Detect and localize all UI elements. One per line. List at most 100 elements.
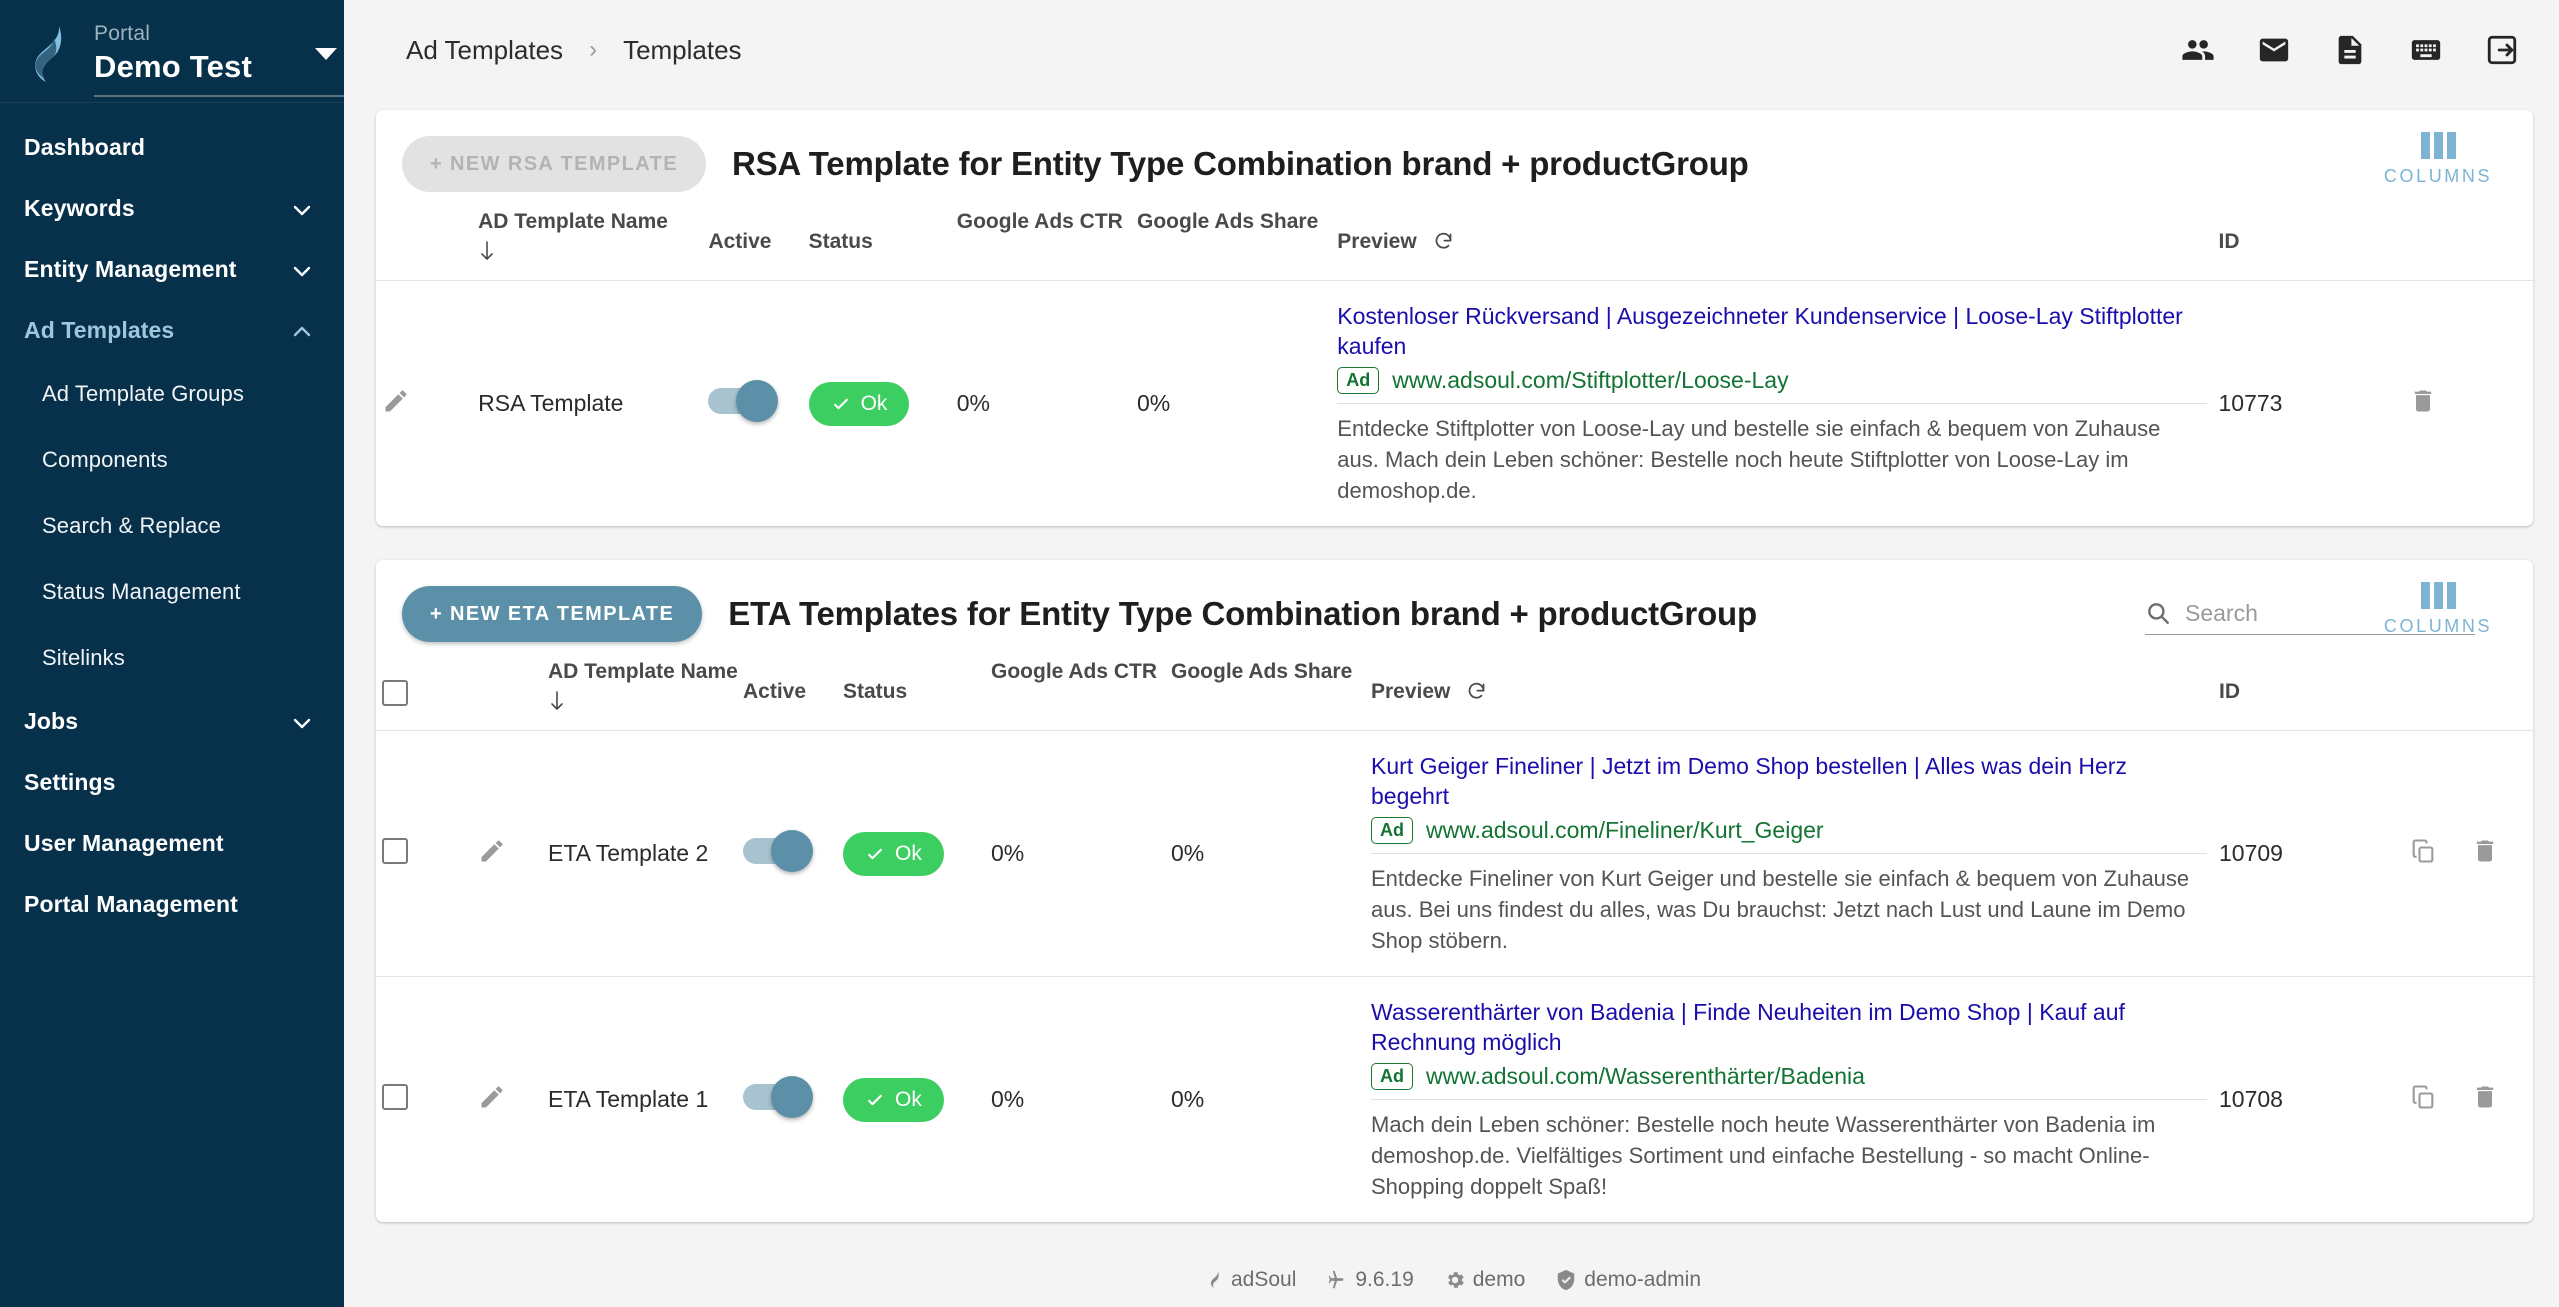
status-badge[interactable]: Ok — [843, 1077, 944, 1122]
preview-url-row: Ad www.adsoul.com/Fineliner/Kurt_Geiger — [1371, 817, 2207, 854]
table-row[interactable]: ETA Template 2 Ok 0% 0% Kurt Geiger Fineline… — [376, 730, 2533, 977]
new-eta-template-button[interactable]: + NEW ETA TEMPLATE — [402, 586, 703, 642]
sidebar-item-portal-management[interactable]: Portal Management — [0, 874, 344, 935]
sidebar-item-sitelinks[interactable]: Sitelinks — [0, 625, 344, 691]
refresh-icon[interactable] — [1433, 231, 1454, 258]
rsa-th-id[interactable]: ID — [2213, 206, 2403, 281]
rsa-columns-button[interactable]: COLUMNS — [2383, 132, 2493, 187]
table-row[interactable]: RSA Template Ok 0% 0% Kostenloser Rückversan… — [376, 280, 2533, 526]
active-toggle[interactable] — [708, 379, 779, 422]
eta-card-header: + NEW ETA TEMPLATE ETA Templates for Ent… — [376, 560, 2533, 656]
sidebar-item-components[interactable]: Components — [0, 427, 344, 493]
adsoul-logo-icon — [26, 24, 80, 88]
sidebar-item-jobs[interactable]: Jobs — [0, 691, 344, 752]
delete-icon[interactable] — [2471, 1083, 2499, 1117]
delete-icon[interactable] — [2409, 387, 2437, 421]
eta-columns-button[interactable]: COLUMNS — [2383, 582, 2493, 637]
rsa-name-cell: RSA Template — [472, 280, 703, 526]
eta-th-ctr[interactable]: Google Ads CTR — [985, 656, 1165, 731]
chevron-down-icon[interactable] — [315, 48, 337, 60]
portal-underline — [94, 95, 345, 97]
toggle-knob — [771, 829, 813, 872]
sidebar-item-user-management[interactable]: User Management — [0, 813, 344, 874]
document-icon[interactable] — [2333, 33, 2367, 67]
sidebar-item-ad-template-groups[interactable]: Ad Template Groups — [0, 361, 344, 427]
rsa-th-ctr[interactable]: Google Ads CTR — [951, 206, 1131, 281]
preview-url[interactable]: www.adsoul.com/Wasserenthärter/Badenia — [1426, 1063, 1865, 1090]
breadcrumb-item-ad-templates[interactable]: Ad Templates — [406, 35, 563, 66]
logout-icon[interactable] — [2485, 33, 2519, 67]
row-checkbox[interactable] — [382, 837, 408, 864]
table-row[interactable]: ETA Template 1 Ok 0% 0% Wasserenthärter von … — [376, 976, 2533, 1222]
active-toggle[interactable] — [743, 829, 813, 872]
portal-label: Portal — [94, 22, 151, 45]
sidebar-item-ad-templates[interactable]: Ad Templates — [0, 300, 344, 361]
eta-th-actions — [2403, 656, 2533, 731]
edit-icon[interactable] — [382, 389, 410, 420]
rsa-th-preview[interactable]: Preview — [1331, 206, 2212, 281]
row-checkbox[interactable] — [382, 1083, 408, 1110]
eta-header-row: AD Template Name Active Status Google Ad… — [376, 656, 2533, 731]
rsa-th-status[interactable]: Status — [803, 206, 951, 281]
eta-th-preview[interactable]: Preview — [1365, 656, 2213, 731]
edit-icon[interactable] — [478, 1085, 506, 1116]
active-toggle[interactable] — [743, 1075, 813, 1118]
eta-status-cell: Ok — [837, 976, 985, 1222]
rsa-id-cell: 10773 — [2212, 280, 2403, 526]
keyboard-icon[interactable] — [2409, 33, 2443, 67]
preview-headline[interactable]: Wasserenthärter von Badenia | Finde Neuh… — [1371, 997, 2207, 1057]
chevron-down-icon[interactable] — [292, 713, 312, 733]
sidebar-item-label: Portal Management — [24, 891, 238, 917]
sidebar-item-entity-management[interactable]: Entity Management — [0, 239, 344, 300]
select-all-checkbox[interactable] — [382, 680, 408, 706]
edit-icon[interactable] — [478, 839, 506, 870]
eta-th-id[interactable]: ID — [2213, 656, 2403, 731]
refresh-icon[interactable] — [1466, 681, 1487, 708]
rsa-share-cell: 0% — [1131, 280, 1332, 526]
mail-icon[interactable] — [2257, 33, 2291, 67]
new-rsa-template-button[interactable]: + NEW RSA TEMPLATE — [402, 136, 706, 192]
preview-headline[interactable]: Kostenloser Rückversand | Ausgezeichnete… — [1337, 301, 2206, 361]
delete-icon[interactable] — [2471, 837, 2499, 871]
preview-url[interactable]: www.adsoul.com/Fineliner/Kurt_Geiger — [1426, 817, 1824, 844]
eta-actions-cell — [2403, 976, 2533, 1222]
eta-ctr-cell: 0% — [985, 976, 1165, 1222]
rsa-th-name[interactable]: AD Template Name — [472, 206, 702, 281]
eta-th-share[interactable]: Google Ads Share — [1165, 656, 1365, 731]
eta-th-status[interactable]: Status — [837, 656, 985, 731]
eta-th-active[interactable]: Active — [737, 656, 837, 731]
sidebar-item-keywords[interactable]: Keywords — [0, 178, 344, 239]
toggle-knob — [736, 379, 779, 422]
sidebar: Portal Demo Test Dashboard Keywords Entity… — [0, 0, 345, 1307]
sort-descending-icon — [481, 241, 493, 260]
sidebar-item-settings[interactable]: Settings — [0, 752, 344, 813]
eta-id-cell: 10708 — [2213, 976, 2403, 1222]
eta-th-edit — [472, 656, 542, 731]
status-badge[interactable]: Ok — [808, 381, 910, 426]
footer: adSoul 9.6.19 demo demo-admin — [344, 1253, 2559, 1307]
preview-headline[interactable]: Kurt Geiger Fineliner | Jetzt im Demo Sh… — [1371, 751, 2207, 811]
rsa-th-share[interactable]: Google Ads Share — [1131, 206, 1331, 281]
copy-icon[interactable] — [2409, 1083, 2437, 1117]
eta-th-name[interactable]: AD Template Name — [542, 656, 738, 731]
sidebar-item-dashboard[interactable]: Dashboard — [0, 117, 344, 178]
preview-url[interactable]: www.adsoul.com/Stiftplotter/Loose-Lay — [1392, 367, 1788, 394]
sidebar-item-search-replace[interactable]: Search & Replace — [0, 493, 344, 559]
eta-select-all-cell — [376, 656, 472, 731]
eta-table: AD Template Name Active Status Google Ad… — [376, 656, 2533, 1222]
rsa-th-active[interactable]: Active — [702, 206, 802, 281]
chevron-up-icon[interactable] — [292, 322, 312, 342]
check-icon — [868, 848, 882, 859]
ad-preview: Kurt Geiger Fineliner | Jetzt im Demo Sh… — [1371, 751, 2207, 956]
chevron-down-icon[interactable] — [292, 200, 312, 220]
people-icon[interactable] — [2181, 33, 2215, 67]
topbar-icon-group — [2181, 33, 2535, 67]
columns-icon — [2420, 582, 2456, 609]
eta-edit-cell — [472, 976, 542, 1222]
breadcrumb-item-templates[interactable]: Templates — [623, 35, 742, 66]
portal-selector[interactable]: Portal Demo Test — [0, 0, 345, 97]
sidebar-item-status-management[interactable]: Status Management — [0, 559, 344, 625]
chevron-down-icon[interactable] — [292, 261, 312, 281]
status-badge[interactable]: Ok — [843, 831, 944, 876]
copy-icon[interactable] — [2409, 837, 2437, 871]
